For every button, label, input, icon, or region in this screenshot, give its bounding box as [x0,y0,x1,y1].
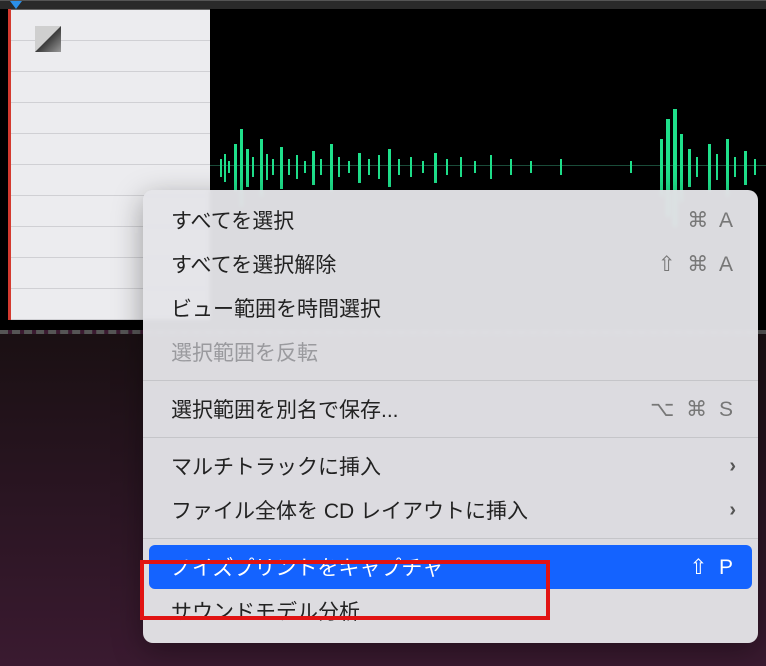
menu-label: マルチトラックに挿入 [171,451,381,481]
menu-label: ノイズプリントをキャプチャ [171,552,443,582]
menu-separator [143,437,758,438]
menu-shortcut: ⇧ ⌘ A [658,252,736,277]
menu-separator [143,538,758,539]
menu-item-select-view-range[interactable]: ビュー範囲を時間選択 [143,286,758,330]
playhead-marker[interactable] [10,1,22,9]
menu-item-sound-model-analysis[interactable]: サウンドモデル分析 [143,589,758,633]
clip-thumbnail-icon [35,26,61,52]
menu-separator [143,380,758,381]
menu-item-insert-multitrack[interactable]: マルチトラックに挿入 › [143,444,758,488]
menu-item-save-selection-as[interactable]: 選択範囲を別名で保存... ⌥ ⌘ S [143,387,758,431]
context-menu: すべてを選択 ⌘ A すべてを選択解除 ⇧ ⌘ A ビュー範囲を時間選択 選択範… [143,190,758,643]
menu-shortcut: ⌘ A [687,208,736,233]
menu-label: 選択範囲を反転 [171,337,318,367]
menu-label: ファイル全体を CD レイアウトに挿入 [171,495,528,525]
menu-item-insert-cd-layout[interactable]: ファイル全体を CD レイアウトに挿入 › [143,488,758,532]
menu-item-select-all[interactable]: すべてを選択 ⌘ A [143,198,758,242]
chevron-right-icon: › [729,499,736,522]
menu-item-capture-noise-print[interactable]: ノイズプリントをキャプチャ ⇧ P [149,545,752,589]
menu-label: 選択範囲を別名で保存... [171,394,399,424]
chevron-right-icon: › [729,455,736,478]
menu-shortcut: ⇧ P [690,555,736,580]
menu-label: ビュー範囲を時間選択 [171,293,381,323]
menu-label: すべてを選択解除 [171,249,336,279]
timeline-ruler[interactable] [0,0,766,9]
menu-label: サウンドモデル分析 [171,596,360,626]
menu-shortcut: ⌥ ⌘ S [650,397,736,422]
menu-label: すべてを選択 [171,205,294,235]
menu-item-invert-selection: 選択範囲を反転 [143,330,758,374]
menu-item-deselect-all[interactable]: すべてを選択解除 ⇧ ⌘ A [143,242,758,286]
